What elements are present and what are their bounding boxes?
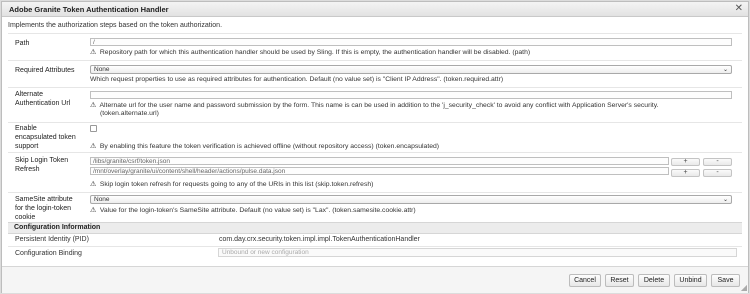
reset-button[interactable]: Reset xyxy=(605,274,634,287)
required-attributes-help: Which request properties to use as requi… xyxy=(90,76,504,83)
dialog-description: Implements the authorization steps based… xyxy=(8,22,223,29)
binding-field[interactable]: Unbound or new configuration xyxy=(218,248,737,257)
warning-icon: ⚠ xyxy=(90,181,97,188)
warning-icon: ⚠ xyxy=(90,143,97,150)
samesite-selected: None xyxy=(94,196,110,203)
path-label: Path xyxy=(15,40,30,47)
warning-icon: ⚠ xyxy=(90,49,97,56)
add-row-button[interactable]: + xyxy=(671,158,700,166)
chevron-down-icon: ⌄ xyxy=(722,197,728,203)
warning-icon: ⚠ xyxy=(90,207,97,214)
encapsulated-label: Enable encapsulated token support xyxy=(15,124,76,151)
skip-refresh-help: ⚠ Skip login token refresh for requests … xyxy=(90,181,373,189)
close-icon[interactable]: ✕ xyxy=(735,3,743,14)
binding-label: Configuration Binding xyxy=(15,250,82,257)
samesite-select[interactable]: None ⌄ xyxy=(90,195,732,204)
samesite-label-line3: cookie xyxy=(15,214,36,221)
alternate-url-label-line1: Alternate xyxy=(15,91,44,98)
remove-row-button[interactable]: - xyxy=(703,158,732,166)
alternate-url-label: Alternate Authentication Url xyxy=(15,90,70,108)
delete-button[interactable]: Delete xyxy=(638,274,670,287)
skip-refresh-help-text: Skip login token refresh for requests go… xyxy=(99,181,374,188)
warning-icon: ⚠ xyxy=(90,102,97,109)
add-row-button[interactable]: + xyxy=(671,169,700,177)
chevron-down-icon: ⌄ xyxy=(722,67,728,73)
alternate-url-label-line2: Authentication Url xyxy=(15,100,71,107)
unbind-button[interactable]: Unbind xyxy=(674,274,707,287)
cancel-button[interactable]: Cancel xyxy=(569,274,601,287)
dialog-footer: Cancel Reset Delete Unbind Save ◢ xyxy=(2,266,748,293)
encapsulated-label-line1: Enable xyxy=(15,125,37,132)
config-info-title: Configuration Information xyxy=(14,224,101,231)
samesite-label: SameSite attribute for the login-token c… xyxy=(15,195,73,222)
samesite-label-line2: for the login-token xyxy=(15,205,72,212)
skip-refresh-label-line2: Refresh xyxy=(15,166,40,173)
remove-row-button[interactable]: - xyxy=(703,169,732,177)
pid-value: com.day.crx.security.token.impl.impl.Tok… xyxy=(219,236,420,243)
encapsulated-help: ⚠ By enabling this feature the token ver… xyxy=(90,143,439,151)
skip-refresh-label: Skip Login Token Refresh xyxy=(15,156,68,174)
dialog-titlebar[interactable]: Adobe Granite Token Authentication Handl… xyxy=(2,2,748,17)
path-help: ⚠ Repository path for which this authent… xyxy=(90,49,530,57)
samesite-help-text: Value for the login-token's SameSite att… xyxy=(99,207,416,214)
required-attributes-select[interactable]: None ⌄ xyxy=(90,65,732,74)
skip-refresh-input-1[interactable]: /libs/granite/csrf/token.json xyxy=(90,157,669,165)
samesite-help: ⚠ Value for the login-token's SameSite a… xyxy=(90,207,416,215)
alternate-url-input[interactable] xyxy=(90,91,732,99)
path-help-text: Repository path for which this authentic… xyxy=(99,49,531,56)
alternate-url-help: ⚠ Alternate url for the user name and pa… xyxy=(90,102,659,118)
resize-handle-icon[interactable]: ◢ xyxy=(741,283,747,292)
required-attributes-label: Required Attributes xyxy=(15,67,75,74)
config-info-header: Configuration Information xyxy=(8,222,742,234)
save-button[interactable]: Save xyxy=(711,274,740,287)
encapsulated-label-line3: support xyxy=(15,143,39,150)
skip-refresh-label-line1: Skip Login Token xyxy=(15,157,69,164)
divider xyxy=(8,246,742,247)
skip-refresh-input-2[interactable]: /mnt/overlay/granite/ui/content/shell/he… xyxy=(90,167,669,175)
samesite-label-line1: SameSite attribute xyxy=(15,196,73,203)
encapsulated-label-line2: encapsulated token xyxy=(15,134,76,141)
dialog-title: Adobe Granite Token Authentication Handl… xyxy=(9,5,169,14)
alternate-url-help-line1: Alternate url for the user name and pass… xyxy=(99,102,659,109)
alternate-url-help-line2: (token.alternate.url) xyxy=(100,110,159,117)
config-dialog: Adobe Granite Token Authentication Handl… xyxy=(1,1,749,293)
encapsulated-checkbox[interactable] xyxy=(90,125,97,132)
required-attributes-selected: None xyxy=(94,66,110,73)
encapsulated-help-text: By enabling this feature the token verif… xyxy=(99,143,440,150)
pid-label: Persistent Identity (PID) xyxy=(15,236,89,243)
path-input[interactable]: / xyxy=(90,38,732,46)
